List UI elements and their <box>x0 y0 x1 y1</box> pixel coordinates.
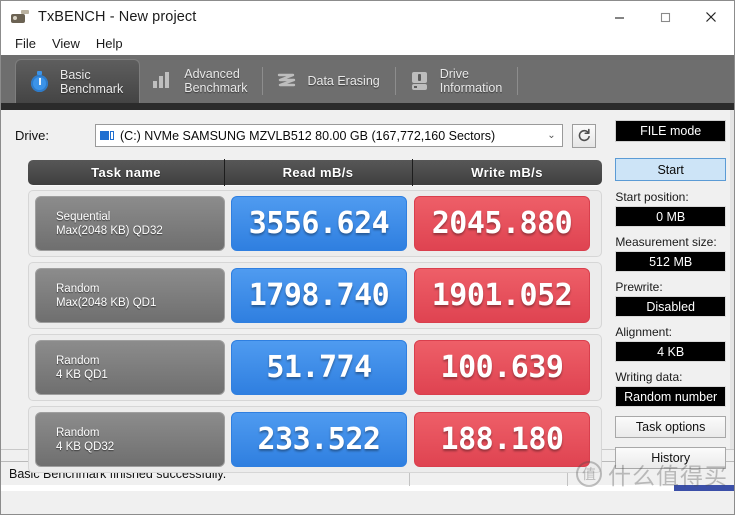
window-title: TxBENCH - New project <box>38 9 197 25</box>
prewrite-label: Prewrite: <box>615 280 663 294</box>
history-button[interactable]: History <box>615 447 726 469</box>
tab-basic-benchmark-label: Basic Benchmark <box>60 68 123 96</box>
write-value: 100.639 <box>414 340 590 395</box>
measurement-size-value[interactable]: 512 MB <box>615 251 726 272</box>
header-task-name: Task name <box>91 165 161 180</box>
tab-advanced-benchmark-label: Advanced Benchmark <box>184 67 247 95</box>
task-line1: Random <box>56 354 100 367</box>
results-table-header: Task name Read mB/s Write mB/s <box>28 159 602 186</box>
prewrite-value[interactable]: Disabled <box>615 296 726 317</box>
task-cell: Random Max(2048 KB) QD1 <box>35 268 225 323</box>
drive-label: Drive: <box>15 128 49 143</box>
tab-basic-line2: Benchmark <box>60 81 124 96</box>
write-value: 188.180 <box>414 412 590 467</box>
task-line2: Max(2048 KB) QD32 <box>56 224 163 237</box>
drive-small-icon <box>100 130 115 142</box>
read-value: 1798.740 <box>231 268 407 323</box>
menu-help[interactable]: Help <box>91 35 132 53</box>
drive-select[interactable]: (C:) NVMe SAMSUNG MZVLB512 80.00 GB (167… <box>95 124 563 147</box>
task-line2: Max(2048 KB) QD1 <box>56 296 157 309</box>
drive-select-value: (C:) NVMe SAMSUNG MZVLB512 80.00 GB (167… <box>120 128 496 143</box>
tab-drive-information[interactable]: Drive Information <box>396 59 519 103</box>
table-row: Random Max(2048 KB) QD1 1798.740 1901.05… <box>28 262 602 329</box>
menu-file[interactable]: File <box>10 35 45 53</box>
alignment-value[interactable]: 4 KB <box>615 341 726 362</box>
header-read: Read mB/s <box>224 159 412 186</box>
write-value: 2045.880 <box>414 196 590 251</box>
txbench-window: TxBENCH - New project File View Help Bas… <box>0 0 735 515</box>
menu-view[interactable]: View <box>47 35 89 53</box>
tab-drive-line1: Drive <box>439 67 469 81</box>
start-position-value[interactable]: 0 MB <box>615 206 726 227</box>
app-icon <box>9 8 29 26</box>
writing-data-value[interactable]: Random number <box>615 386 726 407</box>
minimize-button[interactable] <box>596 1 642 33</box>
tab-strip-underline <box>1 103 734 110</box>
scrollbar-track[interactable] <box>730 110 734 449</box>
table-row: Sequential Max(2048 KB) QD32 3556.624 20… <box>28 190 602 257</box>
tab-strip: Basic Benchmark Advanced Benchmark Data … <box>1 55 734 103</box>
main-content: Drive: (C:) NVMe SAMSUNG MZVLB512 80.00 … <box>1 110 734 473</box>
close-button[interactable] <box>688 1 734 33</box>
drive-icon <box>409 69 431 93</box>
bar-chart-icon <box>153 69 175 93</box>
file-mode-badge[interactable]: FILE mode <box>615 120 726 142</box>
task-line1: Random <box>56 282 100 295</box>
task-line1: Sequential <box>56 210 111 223</box>
writing-data-label: Writing data: <box>615 370 683 384</box>
menu-bar: File View Help <box>1 33 734 55</box>
taskbar-accent <box>674 485 734 491</box>
tab-advanced-line2: Benchmark <box>184 81 248 95</box>
wave-erase-icon <box>276 69 298 93</box>
drive-selector-row: Drive: (C:) NVMe SAMSUNG MZVLB512 80.00 … <box>1 119 611 149</box>
tab-drive-line2: Information <box>439 81 503 95</box>
tab-basic-line1: Basic <box>60 67 91 82</box>
write-value: 1901.052 <box>414 268 590 323</box>
start-position-label: Start position: <box>615 190 689 204</box>
read-value: 233.522 <box>231 412 407 467</box>
benchmark-pane: Drive: (C:) NVMe SAMSUNG MZVLB512 80.00 … <box>1 110 611 473</box>
read-value: 51.774 <box>231 340 407 395</box>
task-cell: Sequential Max(2048 KB) QD32 <box>35 196 225 251</box>
table-row: Random 4 KB QD1 51.774 100.639 <box>28 334 602 401</box>
tab-basic-benchmark[interactable]: Basic Benchmark <box>15 59 141 103</box>
task-cell: Random 4 KB QD1 <box>35 340 225 395</box>
settings-sidebar: FILE mode Start Start position: 0 MB Mea… <box>611 110 734 469</box>
bottom-strip <box>1 485 734 491</box>
task-options-button[interactable]: Task options <box>615 416 726 438</box>
start-button[interactable]: Start <box>615 158 726 181</box>
stopwatch-icon <box>29 70 51 94</box>
tab-advanced-line1: Advanced <box>184 67 240 81</box>
task-line2: 4 KB QD32 <box>56 440 115 453</box>
task-cell: Random 4 KB QD32 <box>35 412 225 467</box>
alignment-label: Alignment: <box>615 325 673 339</box>
read-value: 3556.624 <box>231 196 407 251</box>
header-write: Write mB/s <box>412 159 602 186</box>
tab-data-erasing[interactable]: Data Erasing <box>263 59 396 103</box>
refresh-drives-button[interactable] <box>572 123 596 148</box>
task-line2: 4 KB QD1 <box>56 368 108 381</box>
window-controls <box>596 1 734 33</box>
tab-advanced-benchmark[interactable]: Advanced Benchmark <box>140 59 264 103</box>
chevron-down-icon[interactable]: ⌄ <box>543 130 560 141</box>
results-table: Task name Read mB/s Write mB/s Sequentia… <box>28 159 602 473</box>
table-row: Random 4 KB QD32 233.522 188.180 <box>28 406 602 473</box>
title-bar: TxBENCH - New project <box>1 1 734 33</box>
measurement-size-label: Measurement size: <box>615 235 717 249</box>
maximize-button[interactable] <box>642 1 688 33</box>
tab-drive-information-label: Drive Information <box>440 67 503 95</box>
tab-data-erasing-label: Data Erasing <box>307 74 380 88</box>
task-line1: Random <box>56 426 100 439</box>
